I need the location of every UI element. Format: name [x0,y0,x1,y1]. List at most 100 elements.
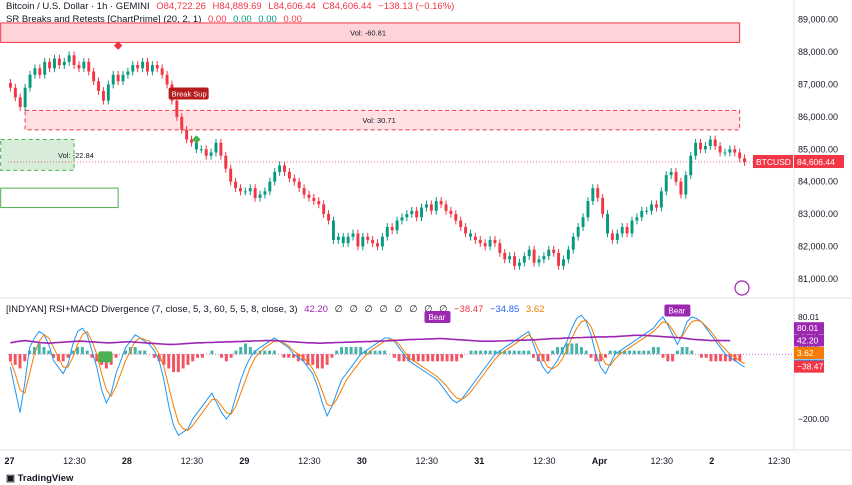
zone-label: Vol: -22.84 [58,151,94,160]
price-tick-label: 88,000.00 [798,47,838,57]
candle-body [478,239,482,244]
candle-body [376,243,379,247]
candle-body [126,71,130,75]
indicator-badge-text: 3.62 [797,348,814,358]
candle-body [219,142,223,156]
histogram-bar [191,354,195,362]
candle-body [610,233,614,240]
histogram-bar [455,354,459,362]
candle-body [620,226,624,234]
candle-body [532,249,536,263]
candle-body [380,236,384,247]
histogram-bar [647,350,651,355]
histogram-bar [632,350,636,355]
candle-body [190,139,193,143]
candle-body [229,168,233,182]
time-tick-label: 2 [709,456,714,466]
candle-body [214,142,218,153]
candle-body [92,71,96,82]
candle-body [292,178,296,182]
candle-body [405,214,409,218]
histogram-bar [671,354,675,362]
candle-body [273,171,277,182]
candle-body [625,226,629,234]
histogram-bar [210,350,214,355]
candle-body [175,100,179,117]
candle-body [669,171,673,176]
time-tick-label: 12:30 [181,456,204,466]
histogram-bar [325,354,329,365]
histogram-bar [584,350,588,355]
chart-canvas[interactable]: 81,000.00 82,000.00 83,000.00 84,000.00 85,0… [0,0,852,485]
zone-label: Vol: 30.71 [362,116,395,125]
candle-body [650,204,654,211]
candle-body [136,65,140,69]
candle-body [571,236,575,250]
time-tick-label: 12:30 [533,456,556,466]
histogram-bar [196,354,200,358]
candle-body [204,149,208,156]
histogram-bar [330,354,334,358]
histogram-bar [248,347,252,355]
time-tick-label: 31 [474,456,484,466]
histogram-bar [13,354,17,365]
histogram-bar [546,354,550,362]
candle-body [493,239,497,244]
candle-body [307,194,311,198]
candle-body [146,61,149,72]
histogram-bar [263,350,267,355]
histogram-bar [474,350,478,355]
histogram-bar [340,347,344,355]
candle-body [547,249,551,257]
candle-body [121,74,125,82]
indicator-tick-label: −200.00 [798,414,829,424]
candle-body [283,165,286,172]
histogram-bar [234,350,238,355]
price-tick-label: 86,000.00 [798,112,838,122]
candle-body [420,207,424,218]
candle-body [97,81,101,91]
candle-body [713,139,717,147]
tradingview-logo[interactable]: ▣ TradingView [6,473,73,484]
histogram-bar [637,350,641,355]
histogram-bar [311,354,315,365]
candle-body [542,256,546,260]
histogram-bar [349,347,353,355]
candle-body [312,197,316,202]
histogram-bar [570,343,574,355]
histogram-bar [603,354,607,358]
candle-body [33,68,37,75]
candle-body [165,74,169,85]
histogram-bar [431,354,435,362]
candle-body [278,165,282,172]
histogram-bar [268,350,272,355]
price-tick-label: 83,000.00 [798,209,838,219]
divergence-line [10,334,731,346]
histogram-bar [680,347,684,355]
candle-body [234,181,238,189]
candle-body [116,74,120,82]
histogram-bar [469,350,473,355]
candle-body [57,58,61,66]
candle-body [243,191,247,193]
candle-body [738,152,742,159]
candle-body [596,188,600,198]
candle-body [317,201,321,205]
candle-body [106,84,110,101]
histogram-bar [656,347,660,355]
histogram-bar [719,354,723,362]
histogram-bar [685,347,689,355]
histogram-bar [378,350,382,355]
candle-body [454,214,458,221]
last-price-badge-text: 84,606.44 [797,157,835,167]
histogram-bar [220,354,224,358]
candle-body [733,149,737,153]
candle-body [699,142,702,150]
histogram-bar [421,354,425,362]
candle-body [557,252,561,266]
time-tick-label: 12:30 [768,456,791,466]
candle-body [62,61,66,66]
candle-body [581,217,585,227]
histogram-bar [172,354,176,373]
histogram-bar [704,354,708,358]
